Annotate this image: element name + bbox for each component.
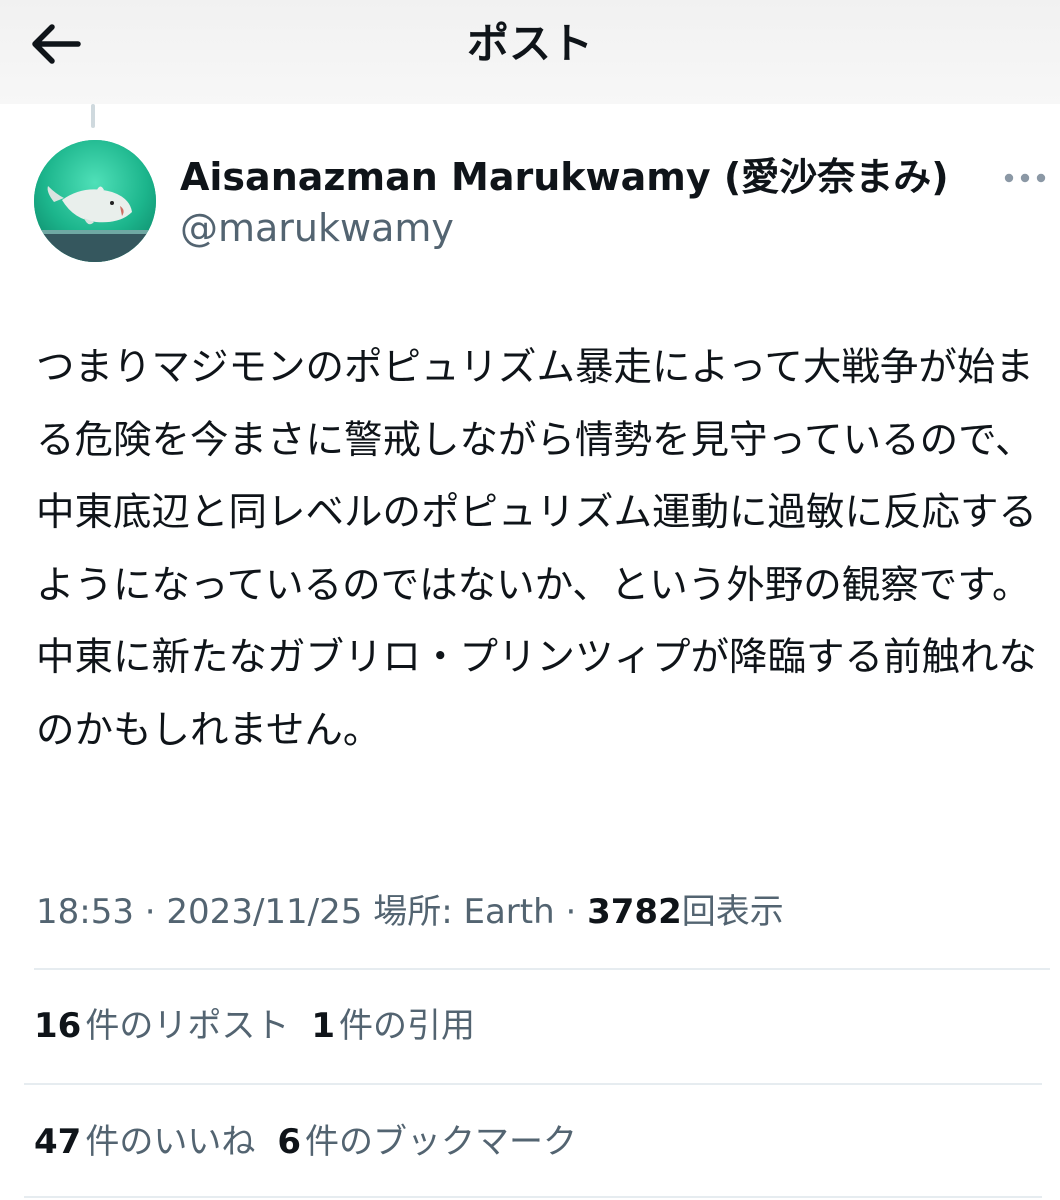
aquarium-whale-avatar bbox=[34, 140, 156, 262]
page-title: ポスト bbox=[466, 19, 593, 68]
reposts-label: 件のリポスト bbox=[85, 1006, 290, 1046]
post-time[interactable]: 18:53 bbox=[36, 892, 134, 932]
reposts-stat[interactable]: 16 件のリポスト bbox=[34, 1002, 289, 1050]
more-options-button[interactable] bbox=[1000, 160, 1050, 196]
views-label: 回表示 bbox=[681, 892, 784, 932]
divider bbox=[24, 1196, 1042, 1198]
post-location: 場所: Earth bbox=[373, 892, 555, 932]
quotes-count: 1 bbox=[311, 1006, 335, 1046]
bookmarks-stat[interactable]: 6 件のブックマーク bbox=[277, 1118, 577, 1166]
engagement-stats-row: 47 件のいいね 6 件のブックマーク bbox=[34, 1118, 599, 1166]
author-handle[interactable]: @marukwamy bbox=[180, 204, 454, 252]
divider bbox=[34, 968, 1050, 970]
quotes-label: 件の引用 bbox=[339, 1006, 475, 1046]
repost-stats-row: 16 件のリポスト 1 件の引用 bbox=[34, 1002, 497, 1050]
post-text: つまりマジモンのポピュリズム暴走によって大戦争が始まる危険を今まさに警戒しながら… bbox=[36, 345, 1038, 753]
likes-count: 47 bbox=[34, 1122, 82, 1162]
avatar[interactable] bbox=[34, 140, 156, 262]
bookmarks-count: 6 bbox=[277, 1122, 301, 1162]
author-display-name[interactable]: Aisanazman Marukwamy (愛沙奈まみ) bbox=[180, 153, 949, 201]
post-meta: 18:53 · 2023/11/25 場所: Earth · 3782回表示 bbox=[36, 888, 784, 936]
meta-separator: · bbox=[133, 892, 167, 932]
post-date[interactable]: 2023/11/25 bbox=[166, 892, 362, 932]
thread-connector bbox=[91, 104, 95, 128]
likes-label: 件のいいね bbox=[85, 1122, 256, 1162]
reposts-count: 16 bbox=[34, 1006, 82, 1046]
top-bar: ポスト bbox=[0, 0, 1060, 104]
more-horizontal-icon bbox=[1004, 173, 1046, 183]
quotes-stat[interactable]: 1 件の引用 bbox=[311, 1002, 475, 1050]
likes-stat[interactable]: 47 件のいいね bbox=[34, 1118, 255, 1166]
bookmarks-label: 件のブックマーク bbox=[305, 1122, 577, 1162]
meta-separator: · bbox=[554, 892, 588, 932]
post-detail-screen: ポスト Aisanazman Marukwamy (愛沙奈まみ) @marukw… bbox=[0, 0, 1060, 1200]
views-count: 3782 bbox=[587, 892, 682, 932]
divider bbox=[24, 1083, 1042, 1085]
